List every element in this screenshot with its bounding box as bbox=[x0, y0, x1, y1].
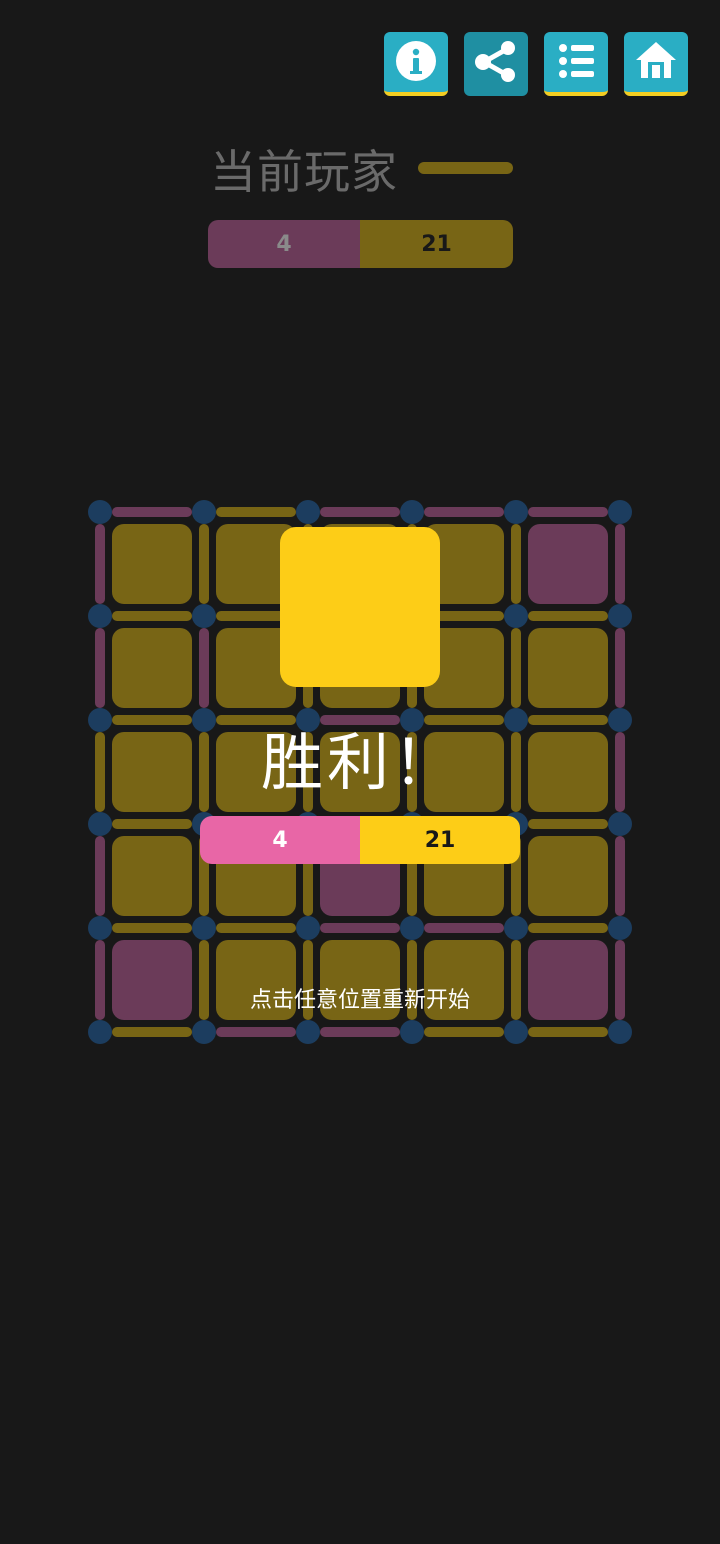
share-icon bbox=[475, 41, 515, 82]
horizontal-edge[interactable] bbox=[320, 1027, 400, 1037]
horizontal-edge[interactable] bbox=[216, 923, 296, 933]
vertical-edge[interactable] bbox=[615, 836, 625, 916]
board-dot bbox=[296, 916, 320, 940]
horizontal-edge[interactable] bbox=[216, 507, 296, 517]
board-dot bbox=[608, 604, 632, 628]
list-icon bbox=[559, 44, 594, 78]
final-player2-score: 21 bbox=[360, 816, 520, 864]
board-dot bbox=[504, 1020, 528, 1044]
board-dot bbox=[400, 500, 424, 524]
board-dot bbox=[504, 500, 528, 524]
vertical-edge[interactable] bbox=[199, 524, 209, 604]
board-cell[interactable] bbox=[112, 524, 192, 604]
board-dot bbox=[296, 1020, 320, 1044]
horizontal-edge[interactable] bbox=[528, 819, 608, 829]
info-button[interactable] bbox=[384, 32, 448, 96]
horizontal-edge[interactable] bbox=[112, 1027, 192, 1037]
board-dot bbox=[88, 500, 112, 524]
vertical-edge[interactable] bbox=[199, 628, 209, 708]
player2-score: 21 bbox=[360, 220, 513, 268]
board-cell[interactable] bbox=[528, 836, 608, 916]
player1-score: 4 bbox=[208, 220, 360, 268]
horizontal-edge[interactable] bbox=[112, 507, 192, 517]
horizontal-edge[interactable] bbox=[528, 1027, 608, 1037]
board-dot bbox=[608, 916, 632, 940]
vertical-edge[interactable] bbox=[511, 628, 521, 708]
final-player1-score: 4 bbox=[200, 816, 360, 864]
current-player-indicator bbox=[418, 162, 513, 174]
share-button[interactable] bbox=[464, 32, 528, 96]
board-dot bbox=[88, 1020, 112, 1044]
current-player-label: 当前玩家 bbox=[210, 145, 398, 199]
horizontal-edge[interactable] bbox=[320, 923, 400, 933]
board-dot bbox=[504, 916, 528, 940]
vertical-edge[interactable] bbox=[615, 628, 625, 708]
board-dot bbox=[192, 604, 216, 628]
winner-color-swatch bbox=[280, 527, 440, 687]
horizontal-edge[interactable] bbox=[528, 507, 608, 517]
vertical-edge[interactable] bbox=[615, 524, 625, 604]
board-dot bbox=[608, 500, 632, 524]
home-button[interactable] bbox=[624, 32, 688, 96]
horizontal-edge[interactable] bbox=[216, 1027, 296, 1037]
final-scoreboard: 4 21 bbox=[200, 816, 520, 864]
board-dot bbox=[400, 1020, 424, 1044]
board-dot bbox=[504, 604, 528, 628]
vertical-edge[interactable] bbox=[95, 836, 105, 916]
board-dot bbox=[88, 604, 112, 628]
scoreboard: 4 21 bbox=[208, 220, 513, 268]
horizontal-edge[interactable] bbox=[112, 611, 192, 621]
horizontal-edge[interactable] bbox=[112, 819, 192, 829]
board-dot bbox=[608, 1020, 632, 1044]
horizontal-edge[interactable] bbox=[528, 923, 608, 933]
home-icon bbox=[636, 42, 676, 78]
board-cell[interactable] bbox=[528, 524, 608, 604]
board-dot bbox=[192, 500, 216, 524]
board-dot bbox=[192, 916, 216, 940]
vertical-edge[interactable] bbox=[95, 524, 105, 604]
horizontal-edge[interactable] bbox=[528, 611, 608, 621]
horizontal-edge[interactable] bbox=[112, 923, 192, 933]
vertical-edge[interactable] bbox=[511, 524, 521, 604]
board-dot bbox=[400, 916, 424, 940]
horizontal-edge[interactable] bbox=[320, 507, 400, 517]
horizontal-edge[interactable] bbox=[424, 1027, 504, 1037]
horizontal-edge[interactable] bbox=[424, 923, 504, 933]
board-dot bbox=[608, 812, 632, 836]
info-icon bbox=[396, 41, 436, 81]
vertical-edge[interactable] bbox=[95, 628, 105, 708]
levels-button[interactable] bbox=[544, 32, 608, 96]
board-cell[interactable] bbox=[528, 628, 608, 708]
board-cell[interactable] bbox=[112, 836, 192, 916]
victory-title: 胜利！ bbox=[260, 726, 459, 799]
board-dot bbox=[88, 812, 112, 836]
restart-hint[interactable]: 点击任意位置重新开始 bbox=[0, 982, 720, 1014]
horizontal-edge[interactable] bbox=[424, 507, 504, 517]
board-dot bbox=[88, 916, 112, 940]
board-dot bbox=[296, 500, 320, 524]
board-dot bbox=[192, 1020, 216, 1044]
board-cell[interactable] bbox=[112, 628, 192, 708]
